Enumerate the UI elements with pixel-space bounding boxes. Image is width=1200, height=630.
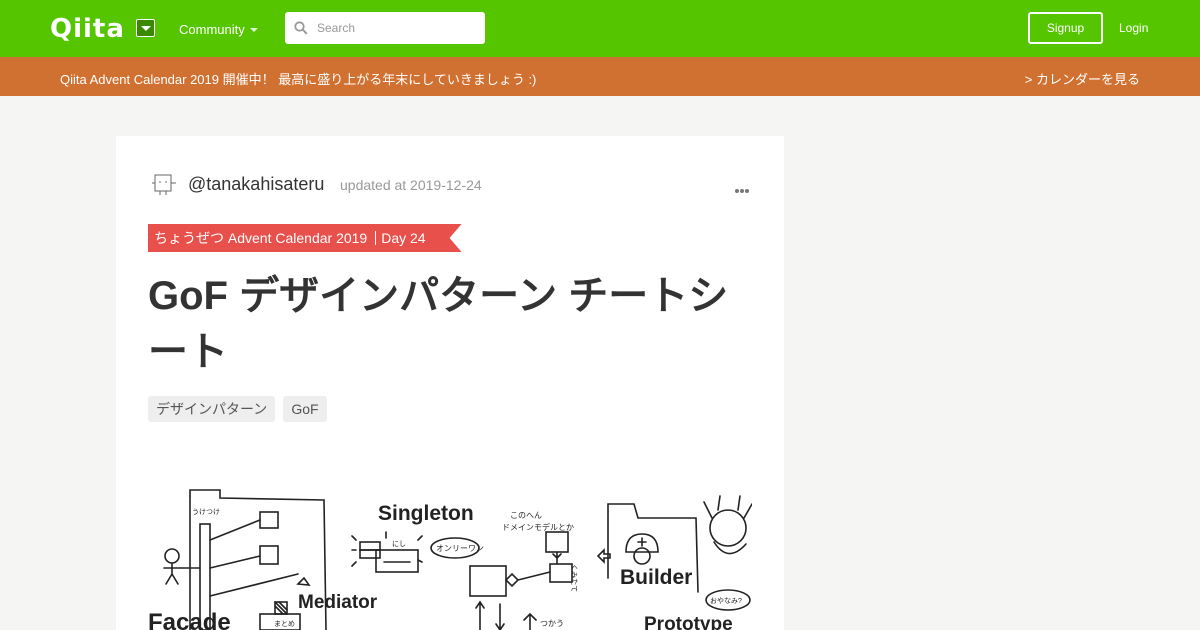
login-link[interactable]: Login xyxy=(1119,21,1148,35)
image-label-prototype: Prototype xyxy=(644,614,733,630)
updated-date: updated at 2019-12-24 xyxy=(340,177,482,193)
tag-list: デザインパターン GoF xyxy=(148,396,327,422)
article-card: @tanakahisateru updated at 2019-12-24 ちょ… xyxy=(116,136,784,630)
advent-banner: Qiita Advent Calendar 2019 開催中！ 最高に盛り上がる… xyxy=(0,57,1200,96)
image-label-matome: まとめ xyxy=(274,620,295,628)
image-label-oyanami: おやなみ? xyxy=(710,597,742,605)
image-label-singleton: Singleton xyxy=(378,502,474,525)
search-box xyxy=(285,12,485,44)
design-pattern-sketch-image: うけつけ Facade Mediator まとめ Singleton にし オン… xyxy=(148,489,752,630)
signup-button[interactable]: Signup xyxy=(1028,12,1103,44)
calendar-link[interactable]: > カレンダーを見る xyxy=(1025,69,1140,88)
banner-text: Qiita Advent Calendar 2019 開催中！ 最高に盛り上がる… xyxy=(60,72,537,87)
image-label-nishi: にし xyxy=(392,540,406,548)
image-label-builder: Builder xyxy=(620,566,692,589)
article-title: GoF デザインパターン チートシート xyxy=(148,274,729,374)
image-label-facade: Facade xyxy=(148,609,231,630)
advent-day: Day 24 xyxy=(381,230,426,246)
image-label-mediator: Mediator xyxy=(298,592,378,613)
avatar[interactable] xyxy=(150,171,178,199)
community-menu[interactable]: Community xyxy=(179,22,245,37)
chevron-down-icon[interactable] xyxy=(250,28,258,32)
tag-design-pattern[interactable]: デザインパターン xyxy=(148,396,276,422)
search-input[interactable] xyxy=(317,12,477,44)
image-label-kumitate: くみたて xyxy=(570,564,578,592)
image-label-uketsuke: うけつけ xyxy=(192,508,220,516)
image-label-konohen: このへん xyxy=(510,511,542,520)
more-options-icon[interactable] xyxy=(735,180,753,193)
image-label-only-one: オンリーワン xyxy=(436,544,484,553)
advent-calendar-name: ちょうぜつ Advent Calendar 2019 xyxy=(154,230,368,246)
global-header: Qiita Community Signup Login xyxy=(0,0,1200,57)
qiita-logo[interactable]: Qiita xyxy=(50,14,125,44)
search-icon xyxy=(294,21,308,35)
image-label-domain-model: ドメインモデルとか xyxy=(502,522,574,532)
logo-dropdown-icon[interactable] xyxy=(136,19,155,37)
tag-gof[interactable]: GoF xyxy=(283,396,327,422)
author-username[interactable]: @tanakahisateru xyxy=(188,174,324,195)
advent-calendar-ribbon[interactable]: ちょうぜつ Advent Calendar 2019 Day 24 xyxy=(148,224,462,252)
image-label-tsukau: つかう xyxy=(540,619,564,628)
